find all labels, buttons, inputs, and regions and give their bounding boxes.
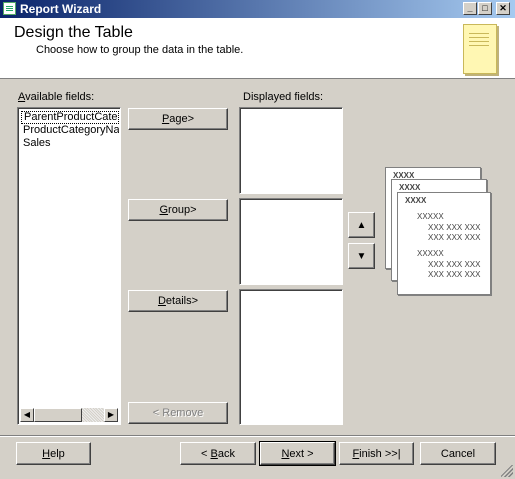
arrow-down-icon: ▼ (356, 250, 367, 262)
table-layout-preview: XXXX XXXX XXXX XXXXX XXX XXX XXX XXX XXX… (383, 165, 498, 295)
title-bar: Report Wizard _ □ ✕ (0, 0, 515, 18)
move-up-button[interactable]: ▲ (348, 212, 375, 238)
available-fields-label-rest: vailable fields: (25, 91, 95, 103)
preview-detail-header: XXXXX (417, 212, 444, 221)
available-fields-list[interactable]: ParentProductCategoryName ProductCategor… (17, 107, 121, 425)
report-wizard-icon (3, 2, 16, 15)
preview-row: XXX XXX XXX (428, 260, 481, 269)
preview-page: XXXX XXXXX XXX XXX XXX XXX XXX XXX XXXXX… (397, 192, 491, 295)
maximize-button[interactable]: □ (478, 2, 492, 15)
list-item[interactable]: Sales (21, 137, 119, 150)
scrollbar-thumb[interactable] (34, 408, 82, 422)
footer-separator (0, 435, 515, 437)
scroll-left-icon[interactable]: ◀ (20, 408, 34, 422)
preview-row: XXX XXX XXX (428, 233, 481, 242)
finish-button[interactable]: Finish >>| (339, 442, 414, 465)
group-button-accel: G (159, 204, 169, 216)
remove-button[interactable]: < Remove (128, 402, 228, 424)
page-fields-list[interactable] (239, 107, 343, 194)
wizard-header: Design the Table Choose how to group the… (0, 18, 515, 79)
scroll-right-icon[interactable]: ▶ (104, 408, 118, 422)
group-button-label: roup> (168, 204, 197, 216)
list-item[interactable]: ParentProductCategoryName (21, 111, 119, 124)
next-button[interactable]: Next > (259, 441, 336, 466)
group-button[interactable]: Group> (128, 199, 228, 221)
page-title: Design the Table (14, 24, 133, 41)
list-item[interactable]: ProductCategoryName (21, 124, 119, 137)
group-fields-list[interactable] (239, 198, 343, 285)
resize-grip-icon[interactable] (501, 465, 513, 477)
arrow-up-icon: ▲ (356, 219, 367, 231)
back-button-prefix: < (201, 447, 211, 460)
details-button-accel: D (157, 295, 166, 307)
help-button[interactable]: Help (16, 442, 91, 465)
move-down-button[interactable]: ▼ (348, 243, 375, 269)
help-button-label: elp (50, 447, 65, 460)
cancel-button[interactable]: Cancel (420, 442, 496, 465)
window-title: Report Wizard (20, 2, 102, 16)
page-button[interactable]: Page> (128, 108, 228, 130)
page-subtitle: Choose how to group the data in the tabl… (36, 44, 244, 56)
notepad-icon (463, 24, 497, 74)
back-button-label: ack (217, 447, 235, 460)
back-button[interactable]: < Back (180, 442, 256, 465)
minimize-button[interactable]: _ (463, 2, 477, 15)
help-button-accel: H (42, 447, 51, 460)
next-button-label: ext > (289, 447, 314, 460)
preview-row: XXX XXX XXX (428, 270, 481, 279)
back-button-accel: B (210, 447, 218, 460)
horizontal-scrollbar[interactable]: ◀ ▶ (20, 408, 118, 422)
preview-header: XXXX (399, 183, 421, 192)
displayed-fields-label: Displayed fields: (243, 91, 324, 103)
details-button[interactable]: Details> (128, 290, 228, 312)
details-fields-list[interactable] (239, 289, 343, 425)
available-fields-label: Available fields: (18, 91, 94, 103)
preview-detail-header: XXXXX (417, 249, 444, 258)
finish-button-label: inish >>| (359, 447, 401, 460)
details-button-label: etails> (165, 295, 199, 307)
preview-row: XXX XXX XXX (428, 223, 481, 232)
close-button[interactable]: ✕ (496, 2, 510, 15)
preview-header: XXXX (405, 196, 427, 205)
page-button-label: age> (169, 113, 195, 125)
